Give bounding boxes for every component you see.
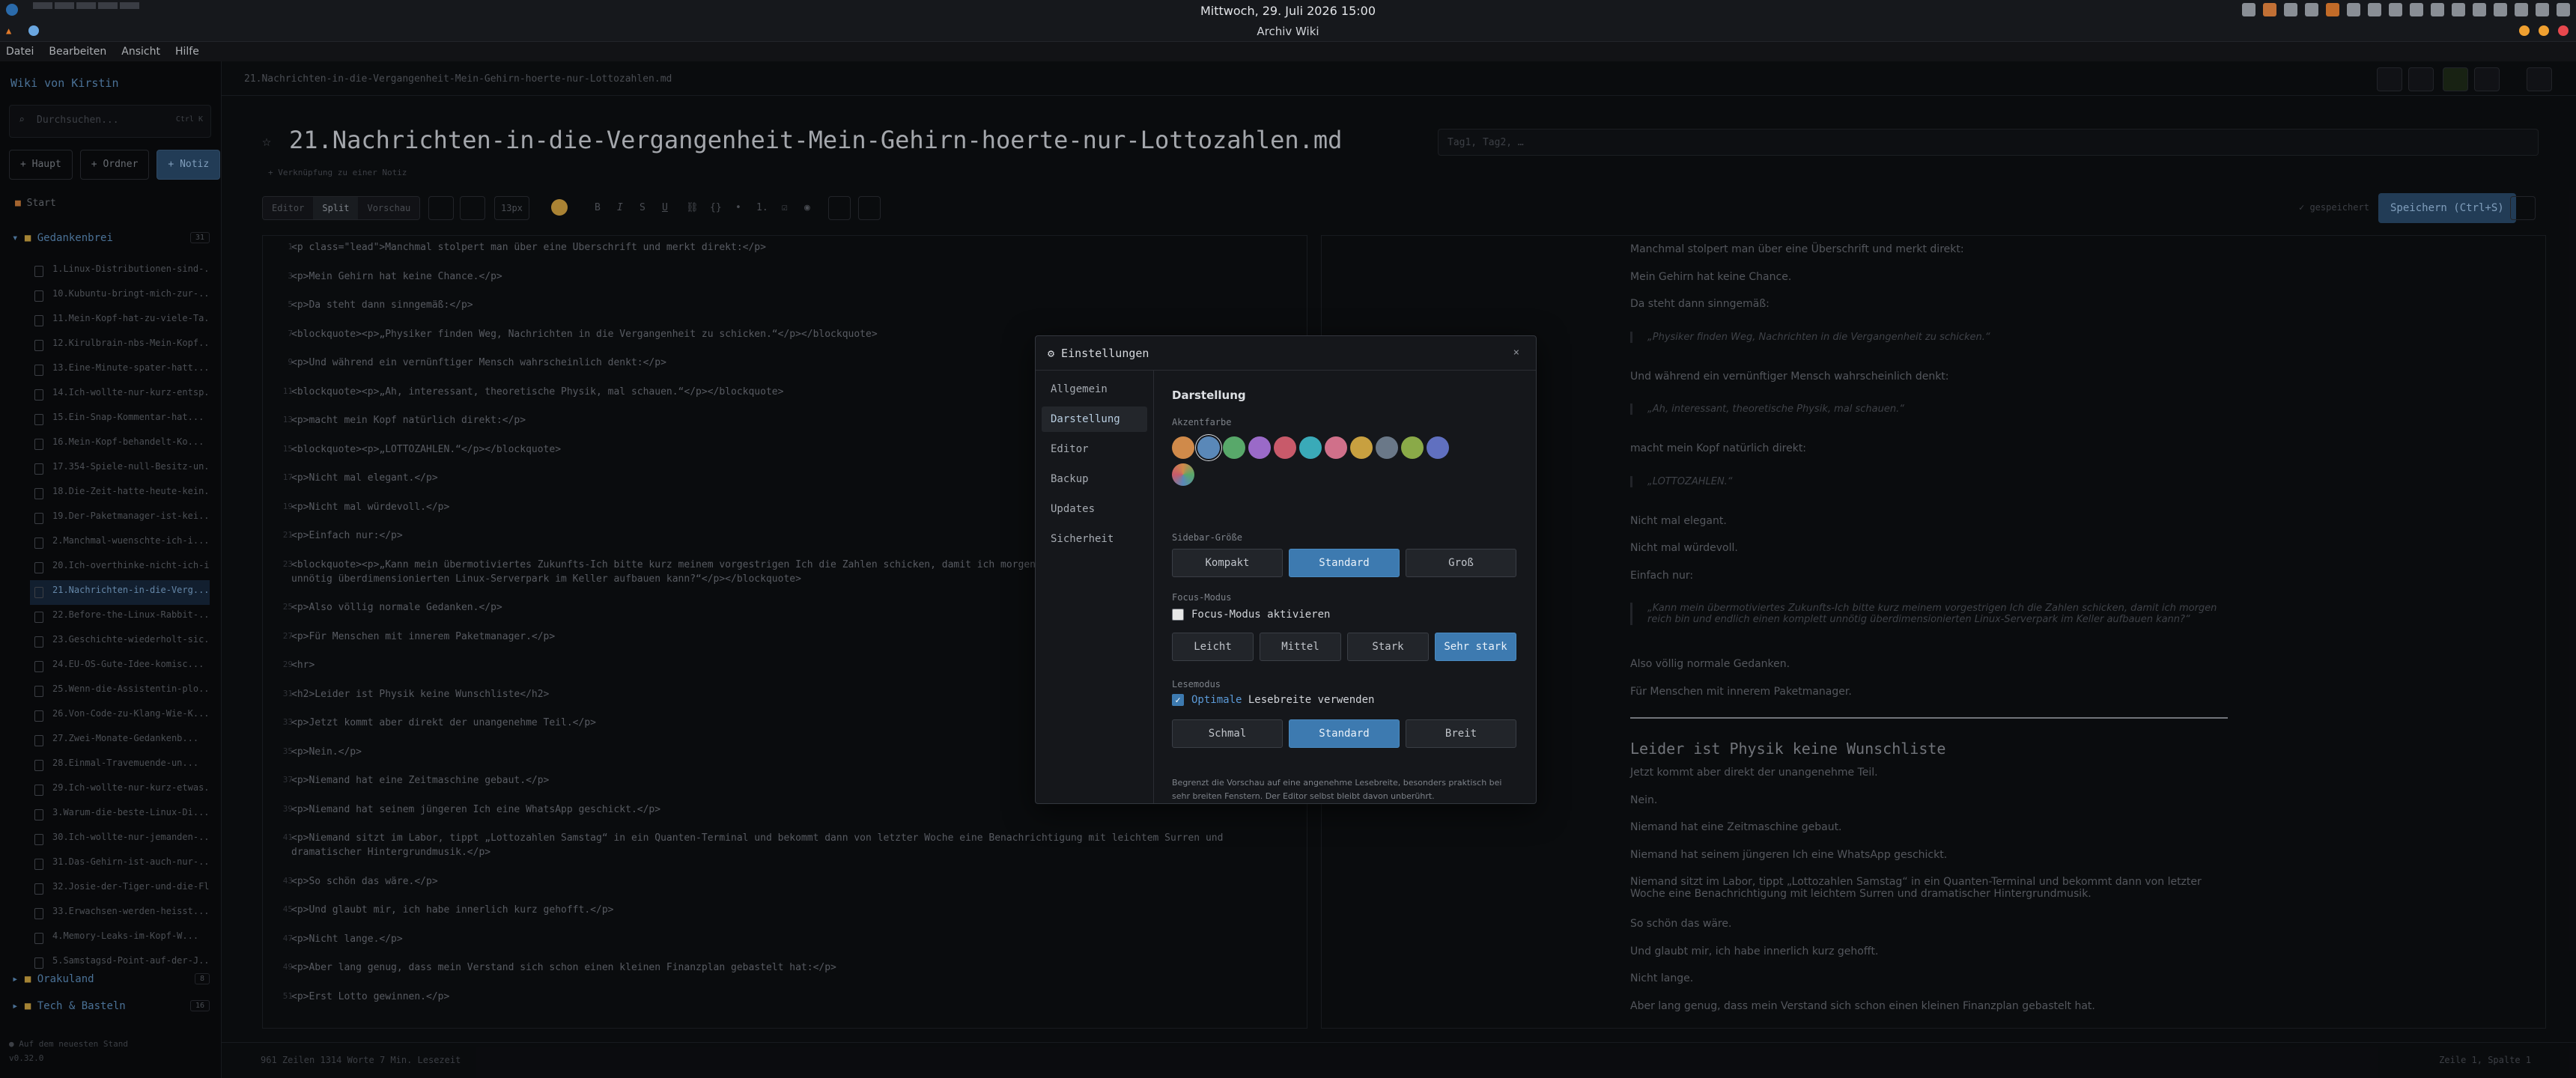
focus-level-group: Leicht Mittel Stark Sehr stark [1172, 633, 1516, 661]
settings-nav: Allgemein Darstellung Editor Backup Upda… [1036, 371, 1154, 803]
tray-desktop-icon[interactable] [2536, 3, 2549, 16]
read-standard-button[interactable]: Standard [1289, 719, 1400, 748]
read-schmal-button[interactable]: Schmal [1172, 719, 1283, 748]
tray-bluetooth-icon[interactable] [2452, 3, 2465, 16]
settings-dialog: ⚙ Einstellungen × Allgemein Darstellung … [1035, 335, 1537, 804]
focus-leicht-button[interactable]: Leicht [1172, 633, 1254, 661]
focus-label: Focus-Modus [1172, 592, 1232, 603]
tray-settings-icon[interactable] [2242, 3, 2255, 16]
nav-backup[interactable]: Backup [1042, 466, 1147, 492]
tray-sync-icon[interactable] [2368, 3, 2381, 16]
focus-checkbox-label: Focus-Modus aktivieren [1191, 609, 1331, 621]
nav-sicherheit[interactable]: Sicherheit [1042, 526, 1147, 552]
section-heading: Darstellung [1172, 389, 1246, 402]
accent-swatch[interactable] [1274, 436, 1296, 459]
tray-clipboard-icon[interactable] [2347, 3, 2360, 16]
nav-updates[interactable]: Updates [1042, 496, 1147, 522]
maximize-button[interactable] [2539, 25, 2549, 36]
accent-swatch[interactable] [1401, 436, 1424, 459]
tray-firefox-icon[interactable] [2263, 3, 2276, 16]
tray-media-icon[interactable] [2389, 3, 2402, 16]
read-label-accent: Optimale [1191, 694, 1242, 706]
accent-swatch[interactable] [1325, 436, 1347, 459]
read-width-group: Schmal Standard Breit [1172, 719, 1516, 748]
sidebar-standard-button[interactable]: Standard [1289, 549, 1400, 577]
dialog-header: ⚙ Einstellungen × [1036, 336, 1536, 371]
read-breit-button[interactable]: Breit [1406, 719, 1516, 748]
focus-stark-button[interactable]: Stark [1347, 633, 1429, 661]
focus-sehr-stark-button[interactable]: Sehr stark [1435, 633, 1516, 661]
tray-brightness-icon[interactable] [2431, 3, 2444, 16]
read-mode-hint: Begrenzt die Vorschau auf eine angenehme… [1172, 778, 1502, 801]
tray-app-icon[interactable] [2326, 3, 2339, 16]
focus-checkbox[interactable] [1172, 609, 1184, 621]
system-clock[interactable]: Mittwoch, 29. Juli 2026 15:00 [0, 4, 2576, 18]
system-tray [2242, 3, 2570, 16]
tray-volume-icon[interactable] [2473, 3, 2486, 16]
window-title: Archiv Wiki [1257, 25, 1319, 38]
read-checkbox-label: Optimale Lesebreite verwenden [1191, 694, 1374, 706]
sidebar-gross-button[interactable]: Groß [1406, 549, 1516, 577]
sidebar-size-group: Kompakt Standard Groß [1172, 549, 1516, 577]
dialog-title: ⚙ Einstellungen [1048, 347, 1149, 360]
minimize-button[interactable] [2519, 25, 2530, 36]
close-window-button[interactable] [2558, 25, 2569, 36]
sidebar-kompakt-button[interactable]: Kompakt [1172, 549, 1283, 577]
system-top-bar: Mittwoch, 29. Juli 2026 15:00 [0, 0, 2576, 21]
focus-mittel-button[interactable]: Mittel [1260, 633, 1341, 661]
accent-swatch[interactable] [1197, 436, 1220, 459]
accent-swatch[interactable] [1376, 436, 1398, 459]
tray-network-icon[interactable] [2515, 3, 2528, 16]
accent-swatch[interactable] [1299, 436, 1322, 459]
custom-color-picker[interactable] [1172, 463, 1194, 486]
tray-power-icon[interactable] [2557, 3, 2570, 16]
tray-display-icon[interactable] [2494, 3, 2507, 16]
tray-package-icon[interactable] [2410, 3, 2423, 16]
accent-swatch[interactable] [1172, 436, 1194, 459]
sidebar-size-label: Sidebar-Größe [1172, 532, 1242, 543]
nav-allgemein[interactable]: Allgemein [1042, 377, 1147, 402]
read-label-rest: Lesebreite verwenden [1242, 694, 1375, 706]
accent-swatch[interactable] [1223, 436, 1245, 459]
read-mode-label: Lesemodus [1172, 679, 1221, 689]
focus-checkbox-row[interactable]: Focus-Modus aktivieren [1172, 609, 1330, 621]
accent-swatch[interactable] [1248, 436, 1271, 459]
read-checkbox[interactable]: ✓ [1172, 694, 1184, 706]
accent-swatch[interactable] [1427, 436, 1449, 459]
accent-swatch[interactable] [1350, 436, 1373, 459]
read-checkbox-row[interactable]: ✓ Optimale Lesebreite verwenden [1172, 694, 1374, 706]
settings-body: Darstellung Akzentfarbe Sidebar-Größe Ko… [1154, 371, 1536, 803]
close-icon[interactable]: × [1513, 347, 1519, 359]
accent-label: Akzentfarbe [1172, 417, 1232, 427]
tray-steam-icon[interactable] [2305, 3, 2318, 16]
window-title-bar: ▲ Archiv Wiki [0, 21, 2576, 42]
nav-darstellung[interactable]: Darstellung [1042, 406, 1147, 432]
tray-discord-icon[interactable] [2284, 3, 2297, 16]
nav-editor[interactable]: Editor [1042, 436, 1147, 462]
